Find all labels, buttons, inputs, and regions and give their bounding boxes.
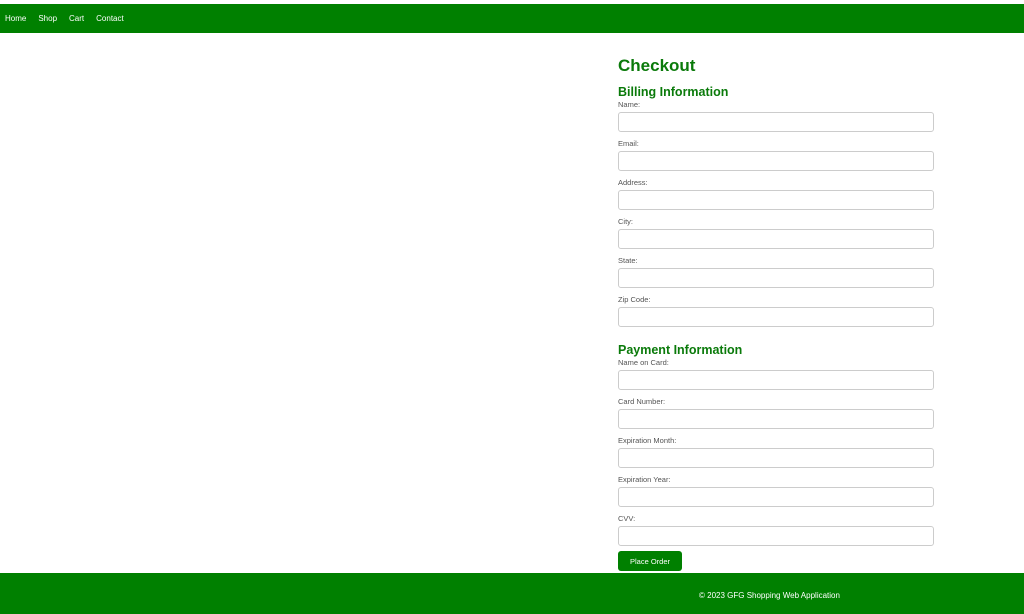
name-label: Name: xyxy=(618,100,641,109)
payment-heading: Payment Information xyxy=(618,343,743,357)
navbar: Home Shop Cart Contact xyxy=(0,4,1024,33)
cvv-label: CVV: xyxy=(618,514,636,523)
email-input[interactable] xyxy=(618,151,934,171)
billing-heading: Billing Information xyxy=(618,85,729,99)
exp-year-input[interactable] xyxy=(618,487,934,507)
city-input[interactable] xyxy=(618,229,934,249)
card-number-label: Card Number: xyxy=(618,397,666,406)
exp-year-label: Expiration Year: xyxy=(618,475,671,484)
state-label: State: xyxy=(618,256,638,265)
card-name-input[interactable] xyxy=(618,370,934,390)
name-input[interactable] xyxy=(618,112,934,132)
checkout-form: Checkout Billing Information Name: Email… xyxy=(618,55,936,571)
exp-month-label: Expiration Month: xyxy=(618,436,677,445)
exp-month-input[interactable] xyxy=(618,448,934,468)
nav-link-shop[interactable]: Shop xyxy=(38,14,57,23)
state-input[interactable] xyxy=(618,268,934,288)
cvv-input[interactable] xyxy=(618,526,934,546)
footer-copyright: © 2023 GFG Shopping Web Application xyxy=(699,591,840,600)
address-input[interactable] xyxy=(618,190,934,210)
zip-label: Zip Code: xyxy=(618,295,651,304)
nav-link-cart[interactable]: Cart xyxy=(69,14,84,23)
page-title: Checkout xyxy=(618,56,696,75)
footer: © 2023 GFG Shopping Web Application xyxy=(0,573,1024,614)
card-number-input[interactable] xyxy=(618,409,934,429)
email-label: Email: xyxy=(618,139,639,148)
city-label: City: xyxy=(618,217,633,226)
card-name-label: Name on Card: xyxy=(618,358,669,367)
zip-input[interactable] xyxy=(618,307,934,327)
place-order-button[interactable]: Place Order xyxy=(618,551,682,571)
address-label: Address: xyxy=(618,178,648,187)
nav-link-contact[interactable]: Contact xyxy=(96,14,124,23)
nav-link-home[interactable]: Home xyxy=(5,14,26,23)
